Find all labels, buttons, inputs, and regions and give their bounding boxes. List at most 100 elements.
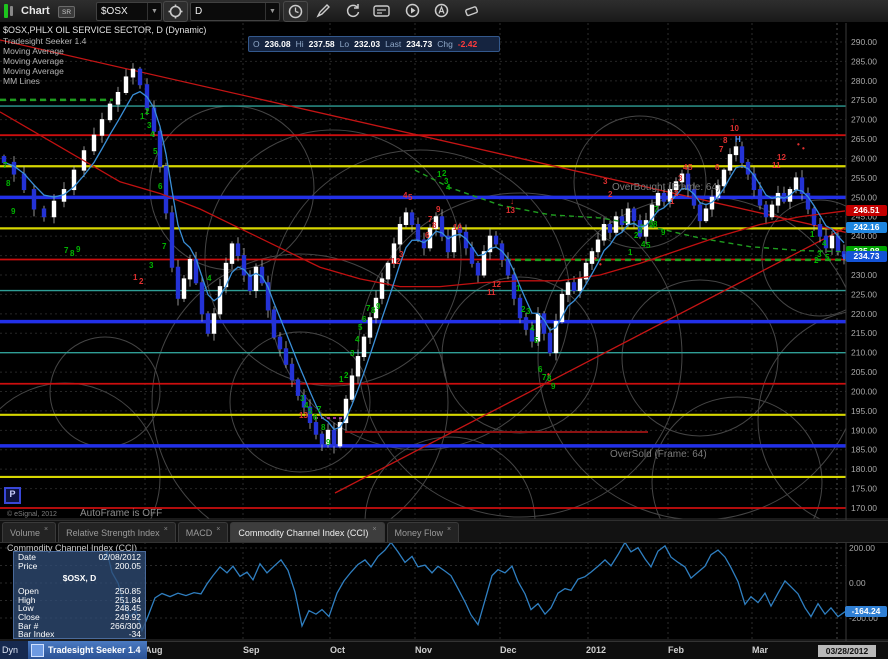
candle[interactable] — [230, 244, 233, 263]
candle[interactable] — [356, 357, 359, 376]
candle[interactable] — [164, 166, 167, 213]
candle[interactable] — [290, 364, 293, 380]
candle[interactable] — [368, 318, 371, 337]
chart-link-badge[interactable]: SR — [58, 6, 75, 18]
candle[interactable] — [644, 221, 647, 237]
formula-button[interactable] — [370, 1, 393, 20]
candle[interactable] — [830, 236, 833, 248]
candle[interactable] — [704, 209, 707, 221]
candle[interactable] — [728, 155, 731, 171]
candle[interactable] — [812, 209, 815, 225]
tab-money-flow[interactable]: Money Flow × — [387, 522, 460, 542]
candle[interactable] — [542, 314, 545, 333]
chevron-down-icon[interactable]: ▼ — [265, 3, 279, 20]
close-icon[interactable]: × — [372, 526, 376, 533]
chevron-down-icon[interactable]: ▼ — [147, 3, 161, 20]
candle[interactable] — [218, 287, 221, 314]
candle[interactable] — [470, 248, 473, 264]
candle[interactable] — [242, 256, 245, 275]
candle[interactable] — [722, 170, 725, 186]
play-button[interactable] — [401, 1, 424, 20]
candle[interactable] — [662, 193, 665, 201]
candle[interactable] — [548, 333, 551, 352]
candle[interactable] — [608, 225, 611, 233]
candle[interactable] — [108, 104, 111, 120]
candle[interactable] — [686, 174, 689, 190]
candle[interactable] — [572, 283, 575, 291]
candle[interactable] — [32, 190, 35, 209]
taskbar-item[interactable]: Tradesight Seeker 1.4 — [28, 641, 147, 659]
candle[interactable] — [332, 430, 335, 446]
candle[interactable] — [692, 190, 695, 206]
candle[interactable] — [254, 267, 257, 290]
draw-tool-button[interactable] — [312, 1, 335, 20]
candle[interactable] — [170, 213, 173, 267]
candle[interactable] — [272, 310, 275, 337]
candle[interactable] — [410, 213, 413, 225]
candle[interactable] — [100, 120, 103, 136]
candle[interactable] — [350, 376, 353, 399]
candle[interactable] — [404, 213, 407, 225]
candle[interactable] — [92, 135, 95, 151]
candle[interactable] — [740, 147, 743, 163]
candle[interactable] — [398, 225, 401, 244]
candle[interactable] — [188, 259, 191, 278]
candle[interactable] — [260, 267, 263, 283]
candle[interactable] — [566, 283, 569, 295]
candle[interactable] — [42, 209, 45, 217]
candle[interactable] — [596, 240, 599, 252]
time-interval-button[interactable] — [283, 1, 308, 22]
candle[interactable] — [770, 205, 773, 217]
candle[interactable] — [602, 225, 605, 241]
candle[interactable] — [52, 201, 55, 217]
candle[interactable] — [758, 190, 761, 206]
close-icon[interactable]: × — [164, 526, 168, 533]
candle[interactable] — [776, 193, 779, 205]
candle[interactable] — [12, 162, 15, 174]
candle[interactable] — [794, 178, 797, 190]
candle[interactable] — [476, 263, 479, 275]
close-icon[interactable]: × — [447, 526, 451, 533]
candle[interactable] — [182, 279, 185, 298]
eraser-button[interactable] — [460, 1, 483, 20]
tab-macd[interactable]: MACD × — [178, 522, 229, 542]
properties-button[interactable]: P — [4, 487, 21, 504]
candle[interactable] — [818, 225, 821, 237]
candle[interactable] — [524, 318, 527, 330]
candle[interactable] — [248, 275, 251, 291]
candle[interactable] — [320, 434, 323, 444]
candle[interactable] — [578, 279, 581, 291]
candle[interactable] — [124, 77, 127, 93]
candle[interactable] — [158, 131, 161, 166]
candle[interactable] — [176, 267, 179, 298]
candle[interactable] — [200, 283, 203, 314]
candle[interactable] — [22, 174, 25, 190]
candle[interactable] — [278, 337, 281, 349]
candle[interactable] — [614, 217, 617, 233]
candle[interactable] — [212, 314, 215, 333]
symbol-dropdown[interactable]: $OSX ▼ — [96, 2, 162, 21]
close-icon[interactable]: × — [216, 526, 220, 533]
candle[interactable] — [380, 279, 383, 298]
tab-rsi[interactable]: Relative Strength Index × — [58, 522, 176, 542]
candle[interactable] — [116, 92, 119, 104]
candle[interactable] — [284, 349, 287, 365]
candle[interactable] — [632, 209, 635, 221]
candle[interactable] — [314, 423, 317, 435]
symbol-lookup-button[interactable] — [163, 1, 188, 22]
candle[interactable] — [206, 314, 209, 333]
autoframe-button[interactable] — [430, 1, 453, 20]
candle[interactable] — [131, 69, 134, 77]
tab-cci[interactable]: Commodity Channel Index (CCI) × — [230, 522, 384, 542]
candle[interactable] — [620, 217, 623, 225]
candle[interactable] — [362, 337, 365, 356]
candle[interactable] — [494, 236, 497, 244]
candle[interactable] — [734, 147, 737, 155]
candle[interactable] — [416, 225, 419, 241]
close-icon[interactable]: × — [44, 526, 48, 533]
candle[interactable] — [656, 193, 659, 205]
candle[interactable] — [764, 205, 767, 217]
candle[interactable] — [138, 69, 141, 85]
interval-dropdown[interactable]: D ▼ — [190, 2, 280, 21]
candle[interactable] — [236, 244, 239, 256]
